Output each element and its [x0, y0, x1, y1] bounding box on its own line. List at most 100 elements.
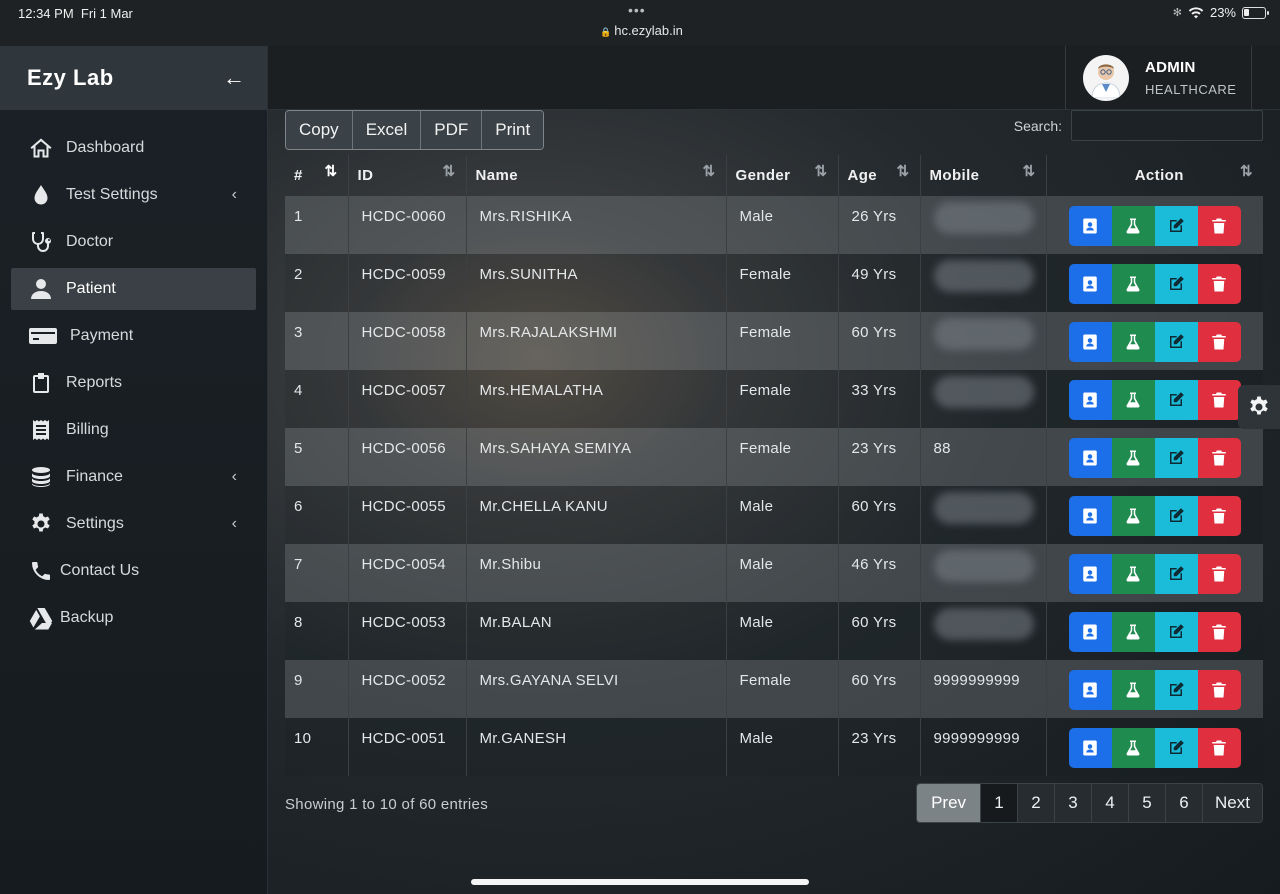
- view-patient-button[interactable]: [1068, 206, 1112, 246]
- sort-icon[interactable]: ⇅: [897, 162, 910, 180]
- user-profile[interactable]: ADMIN HEALTHCARE: [1065, 46, 1252, 110]
- tests-button[interactable]: [1111, 554, 1155, 594]
- pdf-button[interactable]: PDF: [421, 111, 483, 149]
- table-row[interactable]: 1 HCDC-0060 Mrs.RISHIKA Male 26 Yrs: [285, 196, 1263, 254]
- column-header-number[interactable]: # ⇅: [285, 155, 349, 196]
- column-header-mobile[interactable]: Mobile ⇅: [920, 155, 1047, 196]
- delete-button[interactable]: [1197, 554, 1241, 594]
- column-header-gender[interactable]: Gender ⇅: [726, 155, 839, 196]
- tests-button[interactable]: [1111, 496, 1155, 536]
- view-patient-button[interactable]: [1068, 496, 1112, 536]
- view-patient-button[interactable]: [1068, 438, 1112, 478]
- cell-age: 49 Yrs: [838, 254, 921, 312]
- column-header-id[interactable]: ID ⇅: [348, 155, 467, 196]
- sidebar-item-settings[interactable]: Settings ‹: [0, 500, 267, 547]
- page-button-3[interactable]: 3: [1055, 784, 1093, 822]
- tests-button[interactable]: [1111, 670, 1155, 710]
- edit-button[interactable]: [1154, 380, 1198, 420]
- sidebar-item-finance[interactable]: Finance ‹: [0, 453, 267, 500]
- edit-button[interactable]: [1154, 438, 1198, 478]
- table-row[interactable]: 2 HCDC-0059 Mrs.SUNITHA Female 49 Yrs: [285, 254, 1263, 312]
- sidebar-item-backup[interactable]: Backup: [0, 594, 267, 641]
- delete-button[interactable]: [1197, 612, 1241, 652]
- collapse-sidebar-arrow-icon[interactable]: ←: [223, 65, 245, 91]
- sidebar-item-dashboard[interactable]: Dashboard: [0, 124, 267, 171]
- sort-icon[interactable]: ⇅: [1023, 162, 1036, 180]
- page-button-4[interactable]: 4: [1092, 784, 1130, 822]
- table-row[interactable]: 4 HCDC-0057 Mrs.HEMALATHA Female 33 Yrs: [285, 370, 1263, 428]
- sort-icon[interactable]: ⇅: [815, 162, 828, 180]
- column-header-name[interactable]: Name ⇅: [466, 155, 727, 196]
- view-patient-button[interactable]: [1068, 612, 1112, 652]
- edit-icon: [1167, 565, 1185, 583]
- tests-button[interactable]: [1111, 206, 1155, 246]
- floating-settings-gear-icon[interactable]: [1238, 385, 1280, 429]
- trash-icon: [1210, 739, 1228, 757]
- page-button-1[interactable]: 1: [981, 784, 1019, 822]
- table-row[interactable]: 7 HCDC-0054 Mr.Shibu Male 46 Yrs: [285, 544, 1263, 602]
- table-row[interactable]: 8 HCDC-0053 Mr.BALAN Male 60 Yrs: [285, 602, 1263, 660]
- column-header-action[interactable]: Action ⇅: [1046, 155, 1263, 196]
- sidebar-item-doctor[interactable]: Doctor: [0, 218, 267, 265]
- sort-icon[interactable]: ⇅: [703, 162, 716, 180]
- print-button[interactable]: Print: [482, 111, 544, 149]
- tests-button[interactable]: [1111, 612, 1155, 652]
- table-body: 1 HCDC-0060 Mrs.RISHIKA Male 26 Yrs 2 HCDC-005…: [285, 196, 1263, 776]
- edit-button[interactable]: [1154, 728, 1198, 768]
- table-row[interactable]: 6 HCDC-0055 Mr.CHELLA KANU Male 60 Yrs: [285, 486, 1263, 544]
- delete-button[interactable]: [1197, 322, 1241, 362]
- excel-button[interactable]: Excel: [352, 111, 422, 149]
- edit-button[interactable]: [1154, 670, 1198, 710]
- home-indicator[interactable]: [471, 879, 809, 885]
- delete-button[interactable]: [1197, 728, 1241, 768]
- delete-button[interactable]: [1197, 380, 1241, 420]
- edit-button[interactable]: [1154, 612, 1198, 652]
- tests-button[interactable]: [1111, 728, 1155, 768]
- more-dots-icon[interactable]: •••: [628, 2, 646, 18]
- search-input[interactable]: [1071, 110, 1263, 141]
- edit-icon: [1167, 449, 1185, 467]
- delete-button[interactable]: [1197, 496, 1241, 536]
- table-row[interactable]: 5 HCDC-0056 Mrs.SAHAYA SEMIYA Female 23 Yrs 8…: [285, 428, 1263, 486]
- edit-button[interactable]: [1154, 264, 1198, 304]
- table-row[interactable]: 10 HCDC-0051 Mr.GANESH Male 23 Yrs 9999999999: [285, 718, 1263, 776]
- sort-icon[interactable]: ⇅: [1240, 162, 1253, 180]
- sidebar-item-reports[interactable]: Reports: [0, 359, 267, 406]
- sidebar-item-test-settings[interactable]: Test Settings ‹: [0, 171, 267, 218]
- url-bar[interactable]: 🔒 hc.ezylab.in: [600, 23, 683, 38]
- next-page-button[interactable]: Next: [1203, 784, 1262, 822]
- sort-icon[interactable]: ⇅: [443, 162, 456, 180]
- view-patient-button[interactable]: [1068, 728, 1112, 768]
- edit-button[interactable]: [1154, 206, 1198, 246]
- sidebar-item-billing[interactable]: Billing: [0, 406, 267, 453]
- page-button-2[interactable]: 2: [1018, 784, 1056, 822]
- tests-button[interactable]: [1111, 438, 1155, 478]
- view-patient-button[interactable]: [1068, 322, 1112, 362]
- sidebar-item-patient[interactable]: Patient: [11, 268, 256, 310]
- sidebar-item-payment[interactable]: Payment: [0, 312, 267, 359]
- prev-page-button[interactable]: Prev: [917, 784, 982, 822]
- view-patient-button[interactable]: [1068, 380, 1112, 420]
- tests-button[interactable]: [1111, 264, 1155, 304]
- page-button-5[interactable]: 5: [1129, 784, 1167, 822]
- sidebar-item-contact-us[interactable]: Contact Us: [0, 547, 267, 594]
- view-patient-button[interactable]: [1068, 554, 1112, 594]
- tests-button[interactable]: [1111, 380, 1155, 420]
- delete-button[interactable]: [1197, 438, 1241, 478]
- column-header-age[interactable]: Age ⇅: [838, 155, 921, 196]
- edit-button[interactable]: [1154, 554, 1198, 594]
- sort-asc-icon[interactable]: ⇅: [325, 162, 338, 180]
- delete-button[interactable]: [1197, 264, 1241, 304]
- page-button-6[interactable]: 6: [1166, 784, 1204, 822]
- copy-button[interactable]: Copy: [286, 111, 353, 149]
- delete-button[interactable]: [1197, 670, 1241, 710]
- tests-button[interactable]: [1111, 322, 1155, 362]
- cell-name: Mrs.SAHAYA SEMIYA: [466, 428, 727, 486]
- table-row[interactable]: 9 HCDC-0052 Mrs.GAYANA SELVI Female 60 Yrs 99…: [285, 660, 1263, 718]
- table-row[interactable]: 3 HCDC-0058 Mrs.RAJALAKSHMI Female 60 Yrs: [285, 312, 1263, 370]
- delete-button[interactable]: [1197, 206, 1241, 246]
- view-patient-button[interactable]: [1068, 670, 1112, 710]
- edit-button[interactable]: [1154, 496, 1198, 536]
- edit-button[interactable]: [1154, 322, 1198, 362]
- view-patient-button[interactable]: [1068, 264, 1112, 304]
